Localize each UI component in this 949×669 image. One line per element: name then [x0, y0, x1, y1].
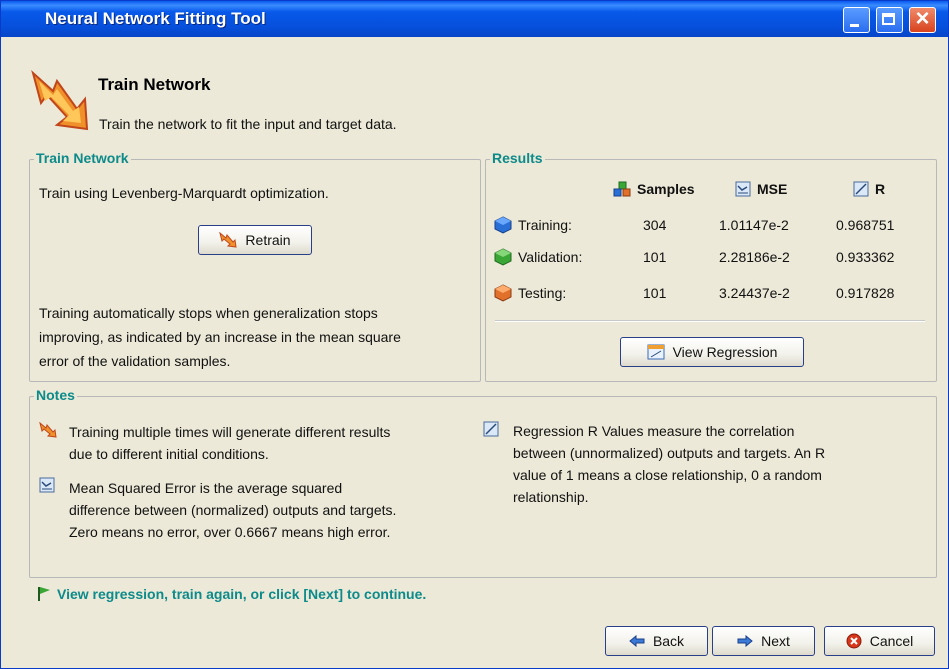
train-icon — [219, 232, 238, 248]
note-mse-line-2: difference between (normalized) outputs … — [69, 502, 397, 518]
flag-icon — [38, 587, 50, 601]
next-label: Next — [761, 633, 790, 649]
testing-r: 0.917828 — [836, 285, 895, 301]
samples-header-label: Samples — [637, 181, 695, 197]
training-cube-icon — [494, 216, 512, 234]
retrain-label: Retrain — [245, 232, 291, 248]
note-training-line-1: Training multiple times will generate di… — [69, 424, 391, 440]
regression-icon — [483, 421, 499, 437]
cancel-button[interactable]: Cancel — [824, 626, 935, 656]
samples-icon — [613, 181, 631, 197]
page-title: Train Network — [98, 75, 211, 94]
validation-mse: 2.28186e-2 — [719, 249, 790, 265]
results-row-testing: Testing: — [494, 284, 566, 302]
testing-mse: 3.24437e-2 — [719, 285, 790, 301]
note-mse-line-1: Mean Squared Error is the average square… — [69, 480, 343, 496]
status-message-text: View regression, train again, or click [… — [57, 586, 427, 602]
note-mse-line-3: Zero means no error, over 0.6667 means h… — [69, 524, 391, 540]
mse-header-label: MSE — [757, 181, 788, 197]
train-network-legend: Train Network — [34, 150, 131, 166]
next-button[interactable]: Next — [712, 626, 815, 656]
view-regression-label: View Regression — [672, 344, 778, 360]
validation-samples: 101 — [643, 249, 667, 265]
minimize-button[interactable] — [843, 7, 870, 33]
page-subtitle: Train the network to fit the input and t… — [99, 116, 397, 132]
training-description-line-3: error of the validation samples. — [39, 353, 231, 369]
testing-samples: 101 — [643, 285, 667, 301]
back-button[interactable]: Back — [605, 626, 708, 656]
cancel-icon — [846, 633, 862, 649]
note-training-line-2: due to different initial conditions. — [69, 446, 269, 462]
mse-icon — [39, 477, 55, 493]
training-description-line-1: Training automatically stops when genera… — [39, 305, 378, 321]
cancel-label: Cancel — [869, 633, 914, 649]
view-regression-button[interactable]: View Regression — [620, 337, 804, 367]
validation-r: 0.933362 — [836, 249, 895, 265]
samples-column-header: Samples — [613, 181, 695, 197]
testing-label: Testing: — [518, 285, 567, 301]
close-icon: × — [915, 5, 930, 32]
notes-legend: Notes — [34, 387, 77, 403]
regression-icon — [853, 181, 869, 197]
next-arrow-icon — [737, 635, 753, 647]
validation-cube-icon — [494, 248, 512, 266]
window-title: Neural Network Fitting Tool — [45, 9, 266, 28]
results-divider — [495, 320, 925, 322]
train-arrow-icon — [31, 70, 89, 131]
training-r: 0.968751 — [836, 217, 895, 233]
back-arrow-icon — [629, 635, 645, 647]
back-label: Back — [652, 633, 685, 649]
regression-plot-icon — [647, 344, 665, 360]
r-header-label: R — [875, 181, 886, 197]
note-regression-line-4: relationship. — [513, 489, 589, 505]
maximize-button[interactable] — [876, 7, 903, 33]
note-regression-line-3: value of 1 means a close relationship, 0… — [513, 467, 822, 483]
results-row-validation: Validation: — [494, 248, 582, 266]
r-column-header: R — [853, 181, 885, 197]
note-regression-line-1: Regression R Values measure the correlat… — [513, 423, 795, 439]
app-window: Neural Network Fitting Tool × Train Netw… — [0, 0, 949, 669]
mse-column-header: MSE — [735, 181, 787, 197]
testing-cube-icon — [494, 284, 512, 302]
training-mse: 1.01147e-2 — [719, 217, 789, 233]
note-regression-line-2: between (unnormalized) outputs and targe… — [513, 445, 826, 461]
close-button[interactable]: × — [909, 5, 936, 33]
training-description-line-2: improving, as indicated by an increase i… — [39, 329, 401, 345]
training-label: Training: — [518, 217, 572, 233]
results-row-training: Training: — [494, 216, 572, 234]
title-bar[interactable]: Neural Network Fitting Tool × — [1, 1, 948, 37]
results-legend: Results — [490, 150, 545, 166]
train-icon — [39, 422, 57, 438]
status-message: View regression, train again, or click [… — [37, 586, 426, 602]
mse-icon — [735, 181, 751, 197]
validation-label: Validation: — [518, 249, 583, 265]
retrain-button[interactable]: Retrain — [198, 225, 312, 255]
training-samples: 304 — [643, 217, 667, 233]
training-method-text: Train using Levenberg-Marquardt optimiza… — [39, 185, 329, 201]
